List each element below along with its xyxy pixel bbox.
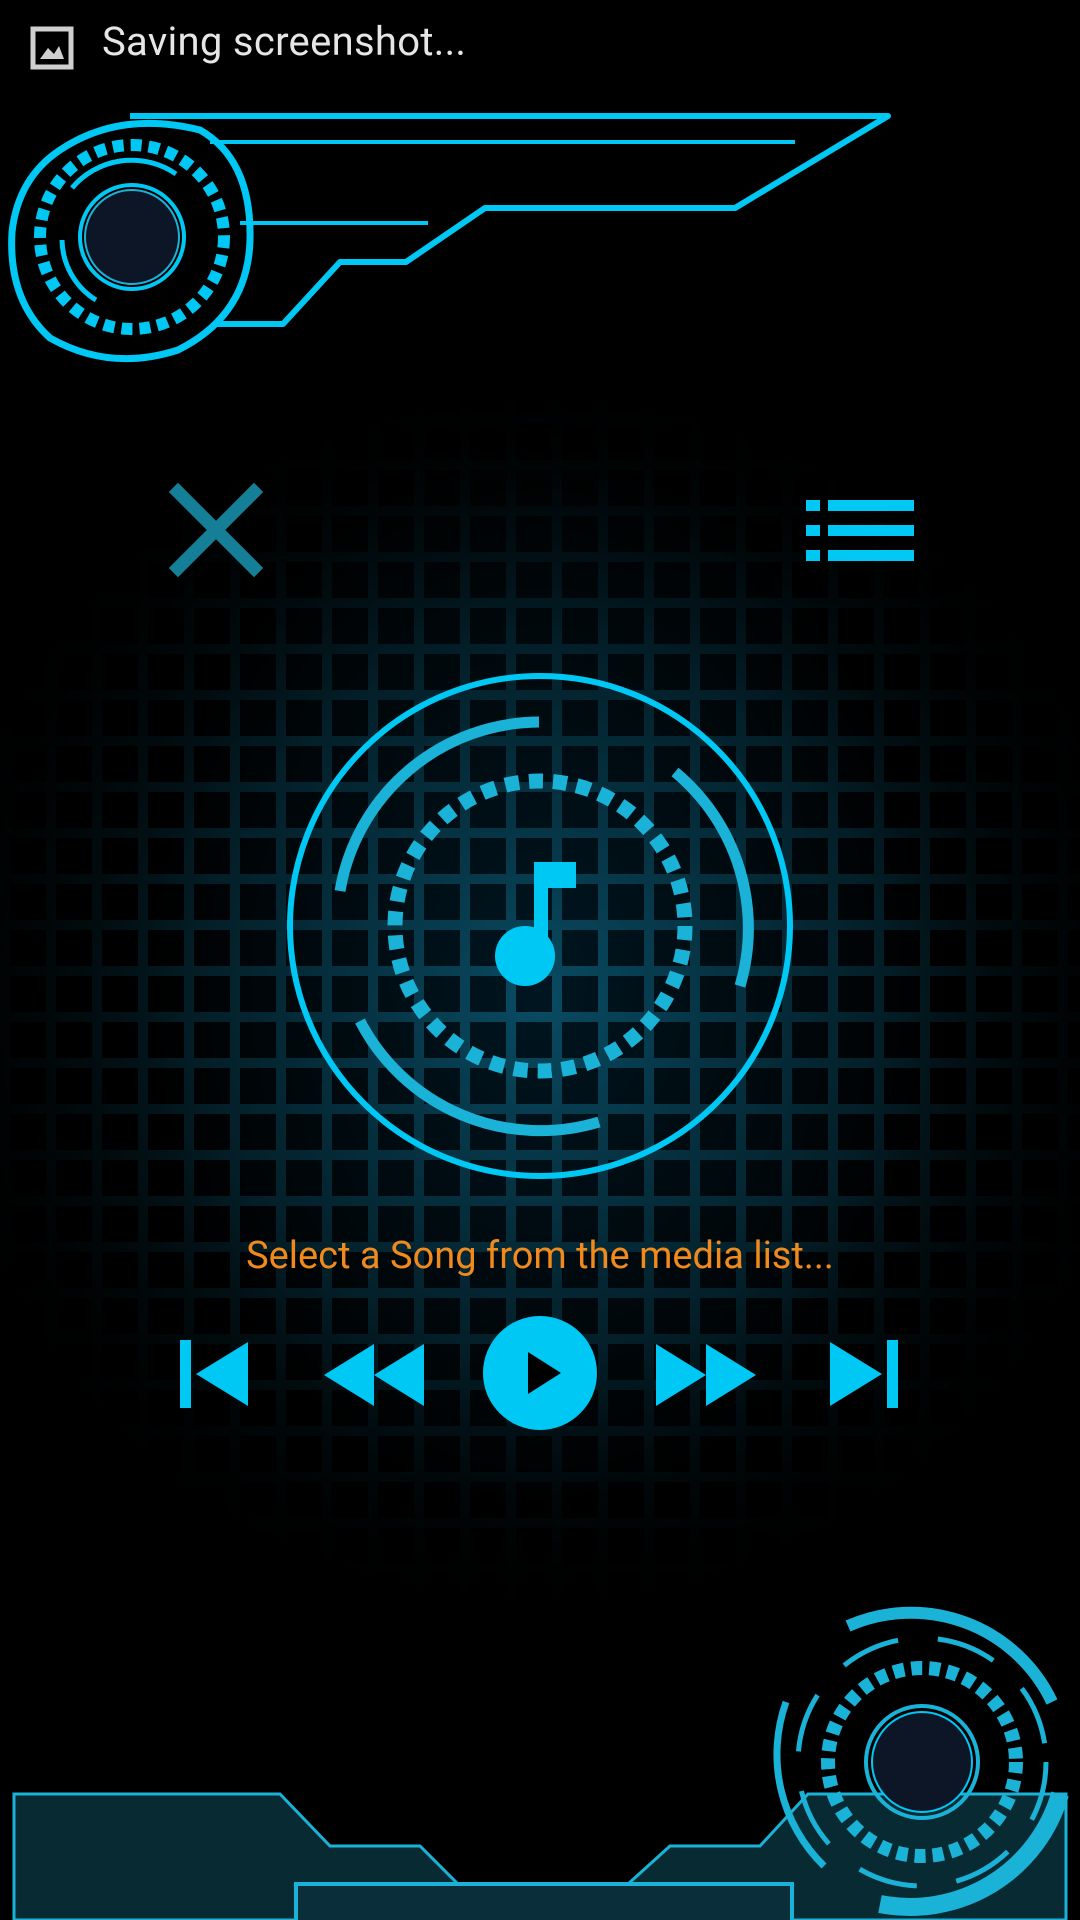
bottom-hud-decoration xyxy=(773,1606,1069,1916)
rewind-icon xyxy=(324,1344,424,1406)
skip-previous-icon xyxy=(180,1340,248,1408)
media-list-icon xyxy=(806,500,914,561)
album-art-dial xyxy=(280,666,800,1186)
status-text: Saving screenshot... xyxy=(102,18,467,65)
media-list-button[interactable] xyxy=(806,492,914,568)
playback-controls xyxy=(0,1310,1080,1440)
song-prompt: Select a Song from the media list... xyxy=(246,1234,834,1278)
screenshot-image-icon xyxy=(30,26,74,70)
music-note-icon xyxy=(495,862,576,986)
close-x-icon xyxy=(168,482,264,578)
skip-previous-button[interactable] xyxy=(176,1336,252,1412)
skip-next-button[interactable] xyxy=(826,1336,902,1412)
skip-next-icon xyxy=(830,1340,898,1408)
fast-forward-button[interactable] xyxy=(654,1342,758,1408)
music-player-screen: Saving screenshot... Select a Song from … xyxy=(0,0,1080,1920)
play-button[interactable] xyxy=(481,1314,599,1432)
rewind-button[interactable] xyxy=(322,1342,426,1408)
fast-forward-icon xyxy=(656,1344,756,1406)
play-icon xyxy=(483,1316,597,1430)
top-hud-decoration xyxy=(8,113,891,363)
close-button[interactable] xyxy=(168,482,264,578)
status-bar: Saving screenshot... xyxy=(0,0,1080,96)
